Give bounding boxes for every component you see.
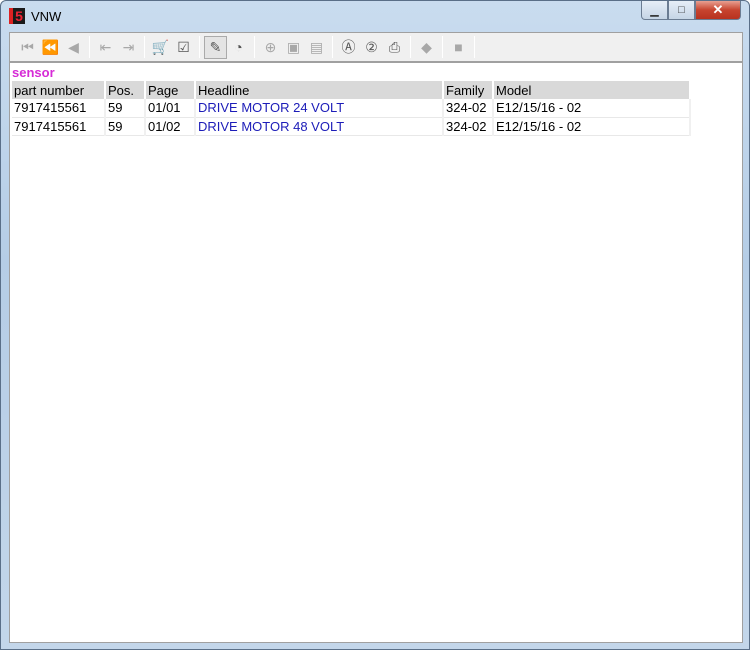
toolbar-separator: [410, 36, 411, 58]
part-number: 7917415561: [12, 99, 106, 118]
first-icon[interactable]: ⏮: [16, 36, 39, 59]
page: 01/02: [145, 117, 196, 136]
search-term-heading: sensor: [12, 65, 55, 80]
col-headline[interactable]: Headline: [195, 81, 444, 99]
toolbar-separator: [144, 36, 145, 58]
col-model[interactable]: Model: [493, 81, 691, 99]
pos: 59: [105, 117, 146, 136]
toolbar-separator: [89, 36, 90, 58]
toolbar-separator: [442, 36, 443, 58]
col-page[interactable]: Page: [145, 81, 196, 99]
fast-back-icon[interactable]: ⏪: [39, 36, 62, 59]
prev-doc-icon[interactable]: ⇤: [94, 36, 117, 59]
toolbar-separator: [199, 36, 200, 58]
family: 324-02: [443, 117, 494, 136]
table-row[interactable]: 7917415561 59 01/01 DRIVE MOTOR 24 VOLT …: [12, 99, 691, 118]
model: E12/15/16 - 02: [493, 117, 691, 136]
window-title: VNW: [31, 9, 62, 24]
headline-link[interactable]: DRIVE MOTOR 48 VOLT: [195, 117, 444, 136]
toolbar-separator: [474, 36, 475, 58]
zoom-in-icon[interactable]: ⊕: [259, 36, 282, 59]
back-icon[interactable]: ◀: [62, 36, 85, 59]
search-a-icon[interactable]: Ⓐ: [337, 36, 360, 59]
pos: 59: [105, 99, 146, 118]
eraser-icon[interactable]: ◆: [415, 36, 438, 59]
next-doc-icon[interactable]: ⇥: [117, 36, 140, 59]
table-row[interactable]: 7917415561 59 01/02 DRIVE MOTOR 48 VOLT …: [12, 117, 691, 136]
col-family[interactable]: Family: [443, 81, 494, 99]
col-part-number[interactable]: part number: [12, 81, 106, 99]
part-number: 7917415561: [12, 117, 106, 136]
app-window: 5 VNW ▁ □ ✕ ⏮ ⏪ ◀ ⇤ ⇥ 🛒 ☑ ✎ ◔ ⊕ ▣ ▤ Ⓐ ② ⎙ ◆ ■ sensor par…: [0, 0, 750, 650]
clock-icon[interactable]: ◔: [227, 36, 250, 59]
table-header-row: part number Pos. Page Headline Family Mo…: [12, 81, 691, 99]
page-fold-icon[interactable]: ▤: [305, 36, 328, 59]
maximize-button[interactable]: □: [668, 1, 695, 20]
model: E12/15/16 - 02: [493, 99, 691, 118]
cart-icon[interactable]: 🛒: [149, 36, 172, 59]
minimize-button[interactable]: ▁: [641, 1, 668, 20]
tag-icon[interactable]: ✎: [204, 35, 227, 59]
close-button[interactable]: ✕: [695, 1, 741, 20]
page: 01/01: [145, 99, 196, 118]
print-icon[interactable]: ⎙: [383, 36, 406, 59]
checklist-icon[interactable]: ☑: [172, 36, 195, 59]
toolbar-separator: [254, 36, 255, 58]
toolbar: ⏮ ⏪ ◀ ⇤ ⇥ 🛒 ☑ ✎ ◔ ⊕ ▣ ▤ Ⓐ ② ⎙ ◆ ■: [9, 32, 743, 62]
headline-link[interactable]: DRIVE MOTOR 24 VOLT: [195, 99, 444, 118]
page-icon[interactable]: ▣: [282, 36, 305, 59]
title-bar: 5 VNW ▁ □ ✕: [1, 1, 749, 31]
toolbar-separator: [332, 36, 333, 58]
results-pane: sensor part number Pos. Page Headline Fa…: [9, 62, 743, 643]
results-table: part number Pos. Page Headline Family Mo…: [12, 81, 691, 136]
search-2-icon[interactable]: ②: [360, 36, 383, 59]
app-icon: 5: [9, 8, 25, 24]
family: 324-02: [443, 99, 494, 118]
col-pos[interactable]: Pos.: [105, 81, 146, 99]
stop-icon[interactable]: ■: [447, 36, 470, 59]
